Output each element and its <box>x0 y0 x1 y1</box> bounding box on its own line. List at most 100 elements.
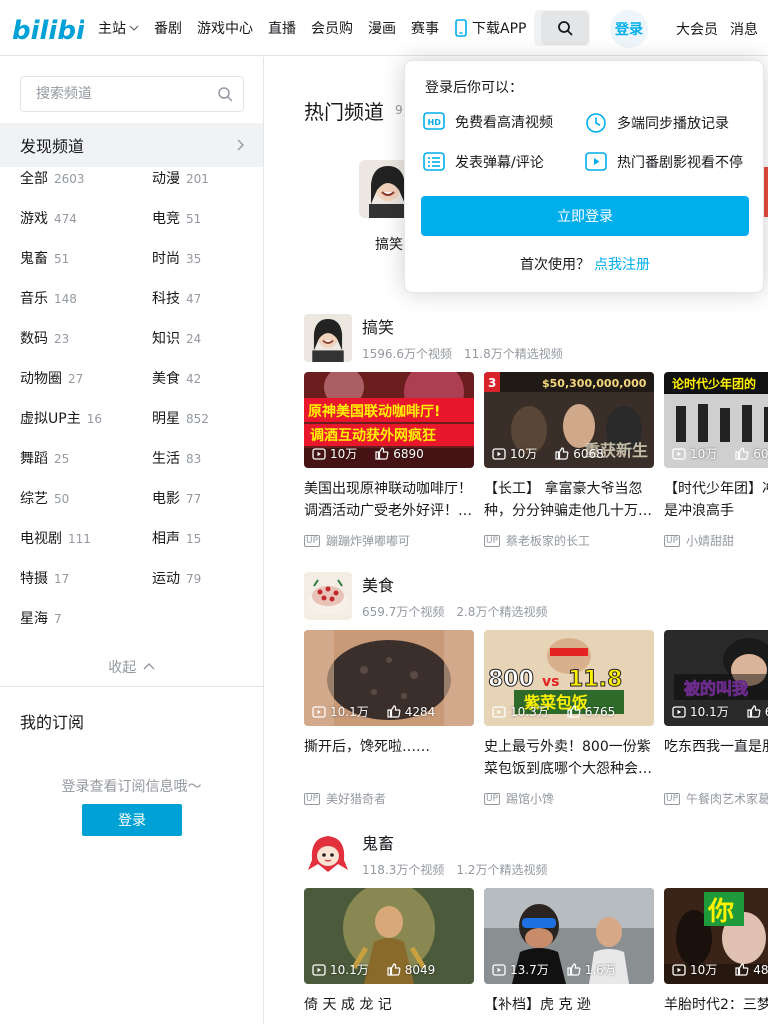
category-item[interactable]: 时尚 35 <box>152 248 201 268</box>
category-item[interactable]: 游戏 474 <box>20 208 77 228</box>
nav-download-app[interactable]: 下载APP <box>454 18 526 38</box>
category-item[interactable]: 知识 24 <box>152 328 201 348</box>
video-thumbnail[interactable]: 10.1万 8049 <box>304 888 474 984</box>
like-icon <box>747 705 761 718</box>
category-name: 时尚 <box>152 251 180 267</box>
video-thumbnail[interactable]: 800 vs 11.8 紫菜包饭 10.3万 6765 <box>484 630 654 726</box>
video-uploader[interactable]: UP 午餐肉艺术家葛 <box>664 790 768 807</box>
bilibili-logo[interactable]: bilibili <box>12 12 104 46</box>
play-count-icon <box>672 447 686 460</box>
video-thumbnail[interactable]: 你 10万 488 <box>664 888 768 984</box>
sidebar-login-button[interactable]: 登录 <box>82 804 182 836</box>
category-item[interactable]: 全部 2603 <box>20 168 85 188</box>
video-uploader[interactable]: UP 小婧甜甜 <box>664 532 768 549</box>
channel-stats: 118.3万个视频 1.2万个精选视频 <box>362 861 547 878</box>
video-thumbnail[interactable]: 被的叫我 10.1万 6 <box>664 630 768 726</box>
collapse-button[interactable]: 收起 <box>0 657 263 677</box>
video-uploader[interactable]: UP 蔡老板家的长工 <box>484 532 654 549</box>
video-card[interactable]: 800 vs 11.8 紫菜包饭 10.3万 6765 史上最亏外卖！800一份紫菜包… <box>484 630 654 807</box>
category-item[interactable]: 电竞 51 <box>152 208 201 228</box>
play-count-icon <box>672 963 686 976</box>
nav-home[interactable]: 主站 <box>98 18 139 38</box>
nav-live[interactable]: 直播 <box>268 18 296 38</box>
discover-channels-item[interactable]: 发现频道 <box>0 123 263 167</box>
uploader-name: 午餐肉艺术家葛 <box>686 792 768 806</box>
channel-avatar[interactable] <box>304 314 352 362</box>
category-item[interactable]: 特摄 17 <box>20 568 69 588</box>
nav-mall[interactable]: 会员购 <box>311 18 353 38</box>
video-title[interactable]: 【长工】 拿富豪大爷当忽种，分分钟骗走他几十万… <box>484 478 654 522</box>
channel-name[interactable]: 搞笑 <box>362 314 394 338</box>
channel-name[interactable]: 美食 <box>362 572 394 596</box>
video-thumbnail[interactable]: 论时代少年团的 10万 604 <box>664 372 768 468</box>
like-count: 8049 <box>404 962 436 977</box>
video-title[interactable]: 【补档】虎 克 逊 <box>484 994 654 1024</box>
category-item[interactable]: 相声 15 <box>152 528 201 548</box>
category-item[interactable]: 音乐 148 <box>20 288 77 308</box>
nav-manga[interactable]: 漫画 <box>368 18 396 38</box>
video-thumbnail[interactable]: 13.7万 1.6万 <box>484 888 654 984</box>
play-count-icon <box>312 963 326 976</box>
video-title[interactable]: 史上最亏外卖！800一份紫菜包饭到底哪个大怨种会… <box>484 736 654 780</box>
header-search[interactable] <box>534 10 590 46</box>
svg-text:800: 800 <box>488 667 534 692</box>
search-icon[interactable] <box>217 86 233 102</box>
hot-channels-title: 热门频道 <box>304 100 384 124</box>
video-thumbnail[interactable]: 10.1万 4284 <box>304 630 474 726</box>
video-card[interactable]: 10.1万 8049 倚 天 成 龙 记 <box>304 888 474 1024</box>
video-thumbnail[interactable]: 原神美国联动咖啡厅! 调酒互动获外网疯狂 10万 6890 <box>304 372 474 468</box>
category-item[interactable]: 综艺 50 <box>20 488 69 508</box>
video-card[interactable]: 论时代少年团的 10万 604 【时代少年团】冲 个个都是冲浪高手 UP 小婧甜甜 <box>664 372 768 549</box>
hot-channel-label[interactable]: 搞笑 <box>375 234 403 254</box>
video-card[interactable]: 13.7万 1.6万 【补档】虎 克 逊 <box>484 888 654 1024</box>
nav-game-center[interactable]: 游戏中心 <box>197 18 253 38</box>
video-title[interactable]: 羊胎时代2：三梦 <box>664 994 768 1024</box>
video-title[interactable]: 倚 天 成 龙 记 <box>304 994 474 1024</box>
channel-avatar[interactable] <box>304 830 352 878</box>
video-card[interactable]: 原神美国联动咖啡厅! 调酒互动获外网疯狂 10万 6890 美国出现原神联动咖啡厅… <box>304 372 474 549</box>
category-name: 鬼畜 <box>20 251 48 267</box>
category-item[interactable]: 虚拟UP主 16 <box>20 408 102 428</box>
category-item[interactable]: 鬼畜 51 <box>20 248 69 268</box>
category-item[interactable]: 星海 7 <box>20 608 62 628</box>
category-item[interactable]: 运动 79 <box>152 568 201 588</box>
search-button[interactable] <box>541 11 589 45</box>
category-item[interactable]: 电影 77 <box>152 488 201 508</box>
video-card[interactable]: $50,300,000,000 3 重获新生 10万 6068 【长工】 拿富豪大爷… <box>484 372 654 549</box>
video-title[interactable]: 吃东西我一直是朋 理 <box>664 736 768 780</box>
channel-search-input[interactable] <box>21 77 201 111</box>
channel-name[interactable]: 鬼畜 <box>362 830 394 854</box>
video-card[interactable]: 你 10万 488 羊胎时代2：三梦 <box>664 888 768 1024</box>
category-item[interactable]: 科技 47 <box>152 288 201 308</box>
register-link[interactable]: 点我注册 <box>594 257 650 273</box>
vip-link[interactable]: 大会员 <box>676 19 718 39</box>
video-title[interactable]: 撕开后，馋死啦…… <box>304 736 474 780</box>
login-now-button[interactable]: 立即登录 <box>421 196 749 236</box>
category-item[interactable]: 美食 42 <box>152 368 201 388</box>
view-count: 10万 <box>330 447 358 461</box>
video-uploader[interactable]: UP 踢馆小馋 <box>484 790 654 807</box>
video-title[interactable]: 美国出现原神联动咖啡厅！调酒活动广受老外好评！… <box>304 478 474 522</box>
category-item[interactable]: 舞蹈 25 <box>20 448 69 468</box>
nav-esports[interactable]: 赛事 <box>411 18 439 38</box>
video-card[interactable]: 10.1万 4284 撕开后，馋死啦…… UP 美好猎奇者 <box>304 630 474 807</box>
video-uploader[interactable]: UP 美好猎奇者 <box>304 790 474 807</box>
category-item[interactable]: 动物圈 27 <box>20 368 83 388</box>
video-thumbnail[interactable]: $50,300,000,000 3 重获新生 10万 6068 <box>484 372 654 468</box>
header-login-avatar[interactable]: 登录 <box>610 10 648 48</box>
category-item[interactable]: 数码 23 <box>20 328 69 348</box>
category-item[interactable]: 生活 83 <box>152 448 201 468</box>
svg-text:原神美国联动咖啡厅!: 原神美国联动咖啡厅! <box>308 403 440 420</box>
channel-avatar[interactable] <box>304 572 352 620</box>
video-uploader[interactable]: UP 蹦蹦炸弹嘟嘟可 <box>304 532 474 549</box>
video-card[interactable]: 被的叫我 10.1万 6 吃东西我一直是朋 理 UP 午餐肉艺术家葛 <box>664 630 768 807</box>
category-item[interactable]: 电视剧 111 <box>20 528 91 548</box>
channel-sidebar: 发现频道 全部 2603 动漫 201 游戏 474 电竞 51 鬼畜 51 时尚 35 音乐 148 科技… <box>0 57 264 1024</box>
video-title[interactable]: 【时代少年团】冲 个个都是冲浪高手 <box>664 478 768 522</box>
nav-anime[interactable]: 番剧 <box>154 18 182 38</box>
category-item[interactable]: 明星 852 <box>152 408 209 428</box>
up-badge-icon: UP <box>664 534 681 547</box>
category-item[interactable]: 动漫 201 <box>152 168 209 188</box>
category-name: 运动 <box>152 571 180 587</box>
messages-link[interactable]: 消息 <box>730 19 758 39</box>
